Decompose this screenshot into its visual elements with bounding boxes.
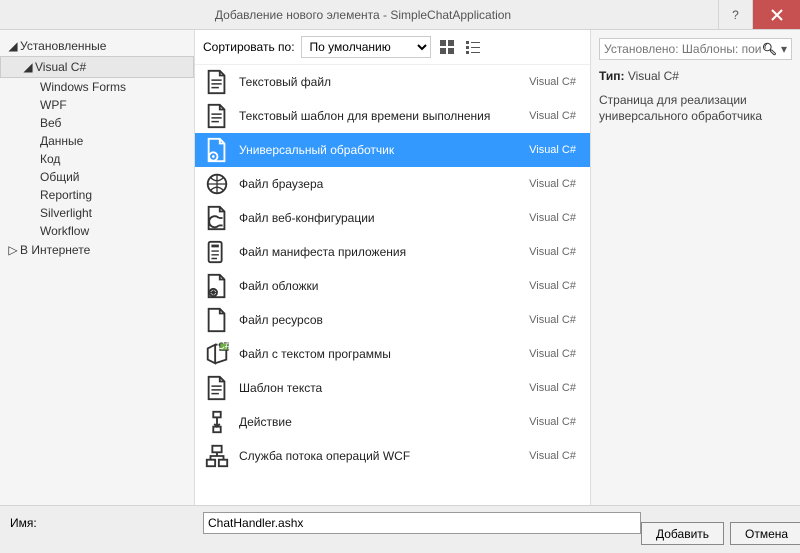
chevron-down-icon: ◢ bbox=[8, 39, 18, 53]
file-text-icon bbox=[203, 68, 231, 96]
svg-text:C#: C# bbox=[217, 340, 230, 352]
manifest-icon bbox=[203, 238, 231, 266]
chevron-right-icon: ▷ bbox=[8, 243, 18, 257]
view-medium-icon[interactable] bbox=[437, 37, 457, 57]
tree-online[interactable]: ▷ В Интернете bbox=[0, 240, 194, 260]
activity-icon bbox=[203, 408, 231, 436]
cancel-button[interactable]: Отмена bbox=[730, 522, 800, 545]
template-pane: Сортировать по: По умолчанию Текстовый ф… bbox=[195, 30, 590, 505]
template-lang: Visual C# bbox=[529, 416, 576, 428]
add-button[interactable]: Добавить bbox=[641, 522, 724, 545]
tree-vcsharp-label: Visual C# bbox=[35, 60, 86, 74]
skin-icon bbox=[203, 272, 231, 300]
template-row[interactable]: Текстовый шаблон для времени выполнения … bbox=[195, 99, 590, 133]
search-input[interactable] bbox=[604, 42, 762, 56]
code-icon: C# bbox=[203, 340, 231, 368]
template-label: Файл манифеста приложения bbox=[239, 245, 529, 259]
template-lang: Visual C# bbox=[529, 382, 576, 394]
template-row[interactable]: Файл веб-конфигурации Visual C# bbox=[195, 201, 590, 235]
tree-item[interactable]: Windows Forms bbox=[0, 78, 194, 96]
tree-item[interactable]: Веб bbox=[0, 114, 194, 132]
template-label: Файл ресурсов bbox=[239, 313, 529, 327]
template-row[interactable]: Текстовый файл Visual C# bbox=[195, 65, 590, 99]
file-text-icon bbox=[203, 374, 231, 402]
template-row[interactable]: C# Файл с текстом программы Visual C# bbox=[195, 337, 590, 371]
sort-label: Сортировать по: bbox=[203, 40, 295, 54]
details-pane: 🔍︎ ▾ Тип: Visual C# Страница для реализа… bbox=[590, 30, 800, 505]
sort-select[interactable]: По умолчанию bbox=[301, 36, 431, 58]
template-lang: Visual C# bbox=[529, 314, 576, 326]
wcf-icon bbox=[203, 442, 231, 470]
template-lang: Visual C# bbox=[529, 450, 576, 462]
tree-vcsharp[interactable]: ◢ Visual C# bbox=[0, 56, 194, 78]
globe-icon bbox=[203, 170, 231, 198]
help-icon[interactable]: ? bbox=[718, 0, 752, 29]
template-lang: Visual C# bbox=[529, 246, 576, 258]
template-lang: Visual C# bbox=[529, 348, 576, 360]
template-label: Файл обложки bbox=[239, 279, 529, 293]
template-row[interactable]: Служба потока операций WCF Visual C# bbox=[195, 439, 590, 473]
template-lang: Visual C# bbox=[529, 280, 576, 292]
tree-item[interactable]: Данные bbox=[0, 132, 194, 150]
template-lang: Visual C# bbox=[529, 110, 576, 122]
tree-item[interactable]: Reporting bbox=[0, 186, 194, 204]
name-label: Имя: bbox=[10, 516, 195, 530]
type-value: Visual C# bbox=[628, 69, 679, 83]
template-label: Служба потока операций WCF bbox=[239, 449, 529, 463]
template-lang: Visual C# bbox=[529, 144, 576, 156]
template-label: Файл веб-конфигурации bbox=[239, 211, 529, 225]
file-text-icon bbox=[203, 102, 231, 130]
tree-item[interactable]: Workflow bbox=[0, 222, 194, 240]
template-list[interactable]: Текстовый файл Visual C# Текстовый шабло… bbox=[195, 65, 590, 505]
titlebar: Добавление нового элемента - SimpleChatA… bbox=[0, 0, 800, 30]
dropdown-icon[interactable]: ▾ bbox=[781, 42, 787, 56]
template-row[interactable]: Шаблон текста Visual C# bbox=[195, 371, 590, 405]
config-icon bbox=[203, 204, 231, 232]
window-controls: ? bbox=[718, 0, 800, 29]
template-row[interactable]: Файл обложки Visual C# bbox=[195, 269, 590, 303]
template-label: Текстовый файл bbox=[239, 75, 529, 89]
sort-toolbar: Сортировать по: По умолчанию bbox=[195, 30, 590, 65]
tree-item[interactable]: Общий bbox=[0, 168, 194, 186]
tree-item[interactable]: WPF bbox=[0, 96, 194, 114]
template-row[interactable]: Файл браузера Visual C# bbox=[195, 167, 590, 201]
view-list-icon[interactable] bbox=[463, 37, 483, 57]
template-type: Тип: Visual C# bbox=[599, 68, 792, 84]
template-label: Действие bbox=[239, 415, 529, 429]
search-box[interactable]: 🔍︎ ▾ bbox=[599, 38, 792, 60]
template-lang: Visual C# bbox=[529, 212, 576, 224]
template-label: Файл с текстом программы bbox=[239, 347, 529, 361]
template-label: Универсальный обработчик bbox=[239, 143, 529, 157]
template-lang: Visual C# bbox=[529, 76, 576, 88]
tree-installed[interactable]: ◢ Установленные bbox=[0, 36, 194, 56]
template-row[interactable]: Универсальный обработчик Visual C# bbox=[195, 133, 590, 167]
category-tree: ◢ Установленные ◢ Visual C# Windows Form… bbox=[0, 30, 195, 505]
tree-online-label: В Интернете bbox=[20, 243, 90, 257]
template-label: Шаблон текста bbox=[239, 381, 529, 395]
main-area: ◢ Установленные ◢ Visual C# Windows Form… bbox=[0, 30, 800, 505]
name-block: Имя: bbox=[10, 512, 641, 534]
close-icon[interactable] bbox=[752, 0, 800, 29]
template-lang: Visual C# bbox=[529, 178, 576, 190]
template-label: Файл браузера bbox=[239, 177, 529, 191]
dialog-buttons: Добавить Отмена bbox=[641, 522, 800, 545]
type-label: Тип: bbox=[599, 69, 625, 83]
tree-item[interactable]: Код bbox=[0, 150, 194, 168]
template-row[interactable]: Действие Visual C# bbox=[195, 405, 590, 439]
tree-installed-label: Установленные bbox=[20, 39, 106, 53]
name-input[interactable] bbox=[203, 512, 641, 534]
template-description: Страница для реализации универсального о… bbox=[599, 92, 792, 124]
template-row[interactable]: Файл манифеста приложения Visual C# bbox=[195, 235, 590, 269]
template-label: Текстовый шаблон для времени выполнения bbox=[239, 109, 529, 123]
template-row[interactable]: Файл ресурсов Visual C# bbox=[195, 303, 590, 337]
window-title: Добавление нового элемента - SimpleChatA… bbox=[8, 8, 718, 22]
file-icon bbox=[203, 306, 231, 334]
search-icon: 🔍︎ bbox=[762, 42, 777, 56]
bottom-bar: Имя: Добавить Отмена bbox=[0, 505, 800, 553]
chevron-down-icon: ◢ bbox=[23, 60, 33, 74]
handler-icon bbox=[203, 136, 231, 164]
tree-item[interactable]: Silverlight bbox=[0, 204, 194, 222]
